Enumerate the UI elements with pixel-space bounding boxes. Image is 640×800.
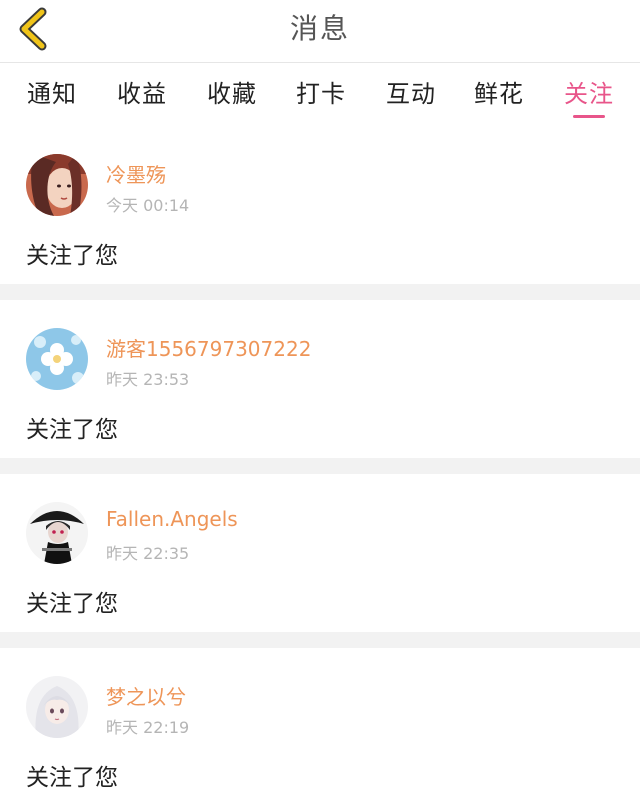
avatar[interactable] xyxy=(26,676,88,738)
header-bar: 消息 xyxy=(0,0,640,63)
timestamp: 昨天 22:35 xyxy=(106,544,190,563)
avatar[interactable] xyxy=(26,328,88,390)
message-text: 关注了您 xyxy=(26,243,118,269)
timestamp: 昨天 22:19 xyxy=(106,718,190,737)
divider xyxy=(0,284,640,300)
list-item: 冷墨殇 今天 00:14 关注了您 xyxy=(0,126,640,284)
list-item: 梦之以兮 昨天 22:19 关注了您 xyxy=(0,648,640,800)
avatar-white-hair-girl-icon xyxy=(26,676,88,738)
avatar[interactable] xyxy=(26,502,88,564)
tab-flowers[interactable]: 鲜花 xyxy=(467,63,531,125)
username-link[interactable]: 冷墨殇 xyxy=(106,159,166,188)
avatar-blue-flower-icon xyxy=(26,328,88,390)
username-link[interactable]: 梦之以兮 xyxy=(106,681,186,710)
list-item: 游客1556797307222 昨天 23:53 关注了您 xyxy=(0,300,640,458)
tab-earnings[interactable]: 收益 xyxy=(110,63,174,125)
divider xyxy=(0,632,640,648)
tab-interaction[interactable]: 互动 xyxy=(379,63,443,125)
message-text: 关注了您 xyxy=(26,765,118,791)
avatar[interactable] xyxy=(26,154,88,216)
username-link[interactable]: 游客1556797307222 xyxy=(106,333,311,362)
list-item: Fallen.Angels 昨天 22:35 关注了您 xyxy=(0,474,640,632)
timestamp: 今天 00:14 xyxy=(106,196,190,215)
tab-favorites[interactable]: 收藏 xyxy=(200,63,264,125)
message-list: 冷墨殇 今天 00:14 关注了您 游客1556797307222 昨天 23:… xyxy=(0,126,640,800)
tab-notice[interactable]: 通知 xyxy=(20,63,84,125)
divider xyxy=(0,458,640,474)
tab-checkin[interactable]: 打卡 xyxy=(289,63,353,125)
message-text: 关注了您 xyxy=(26,417,118,443)
username-link[interactable]: Fallen.Angels xyxy=(106,507,238,531)
timestamp: 昨天 23:53 xyxy=(106,370,190,389)
tab-bar: 通知 收益 收藏 打卡 互动 鲜花 关注 xyxy=(0,63,640,125)
page-title: 消息 xyxy=(289,12,350,45)
avatar-dark-figure-icon xyxy=(26,502,88,564)
avatar-girl-red-icon xyxy=(26,154,88,216)
active-tab-indicator xyxy=(573,115,605,118)
message-text: 关注了您 xyxy=(26,591,118,617)
messages-page: 消息 通知 收益 收藏 打卡 互动 鲜花 关注 冷墨殇 今天 00:14 关注了… xyxy=(0,0,640,800)
